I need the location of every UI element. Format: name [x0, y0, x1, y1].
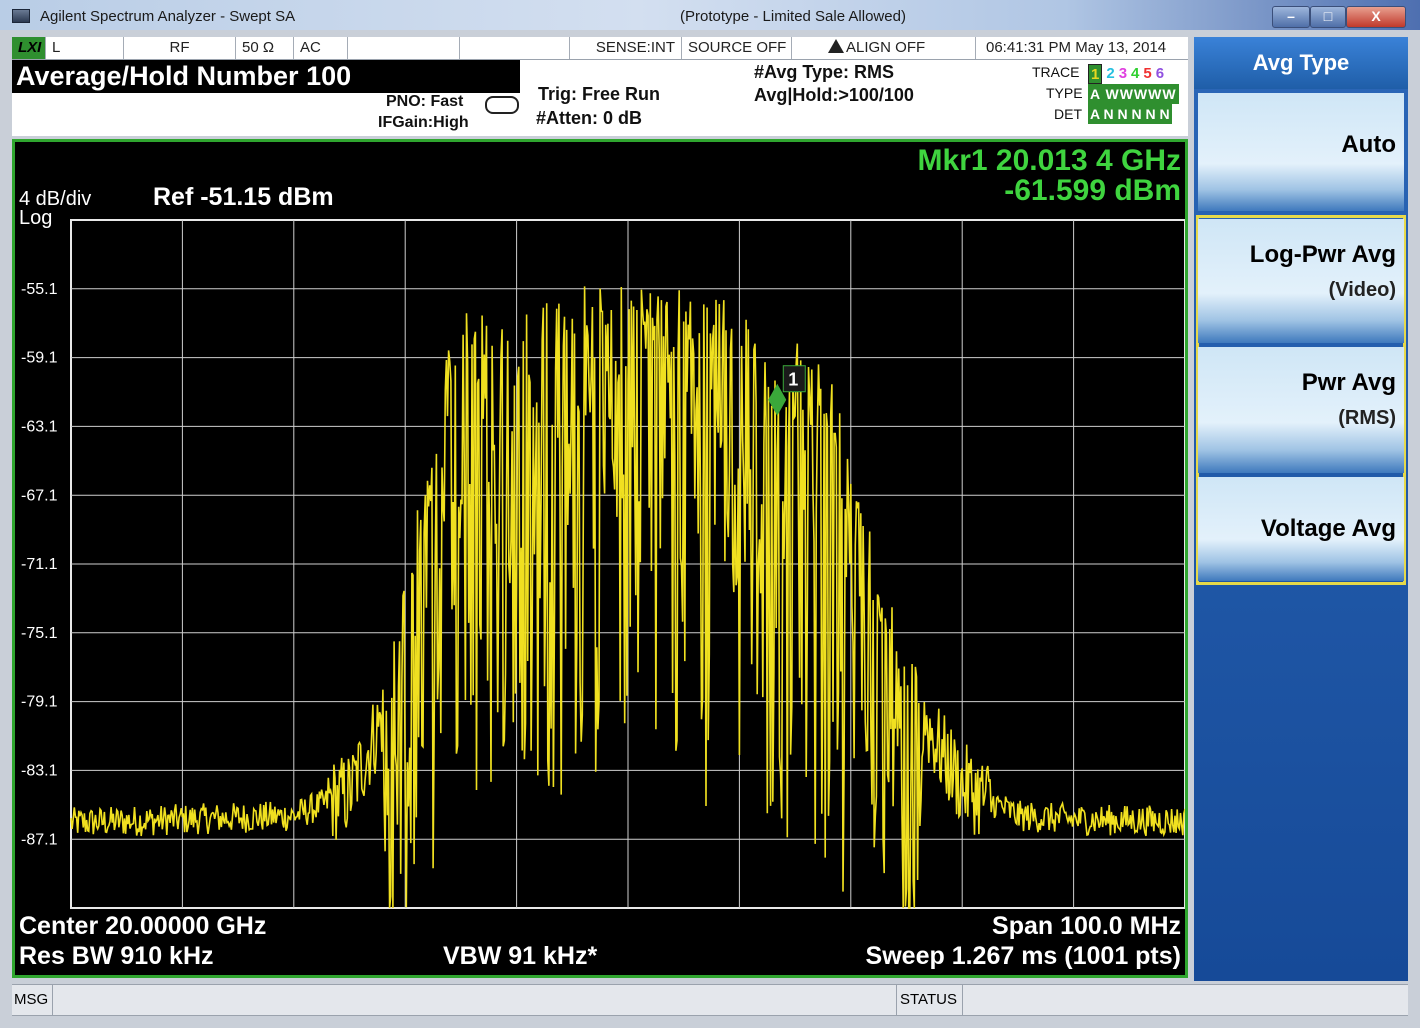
trace-number-2: 2 — [1106, 65, 1115, 82]
trace-number-1: 1 — [1088, 64, 1103, 84]
trace-number-5: 5 — [1143, 65, 1152, 82]
local-indicator: L — [46, 37, 124, 59]
coupling-indicator: AC — [294, 37, 348, 59]
sense-indicator: SENSE:INT — [570, 37, 682, 59]
softkey-log-pwr-avg[interactable]: Log-Pwr Avg (Video) — [1198, 219, 1404, 343]
type-label: TYPE — [1046, 85, 1083, 101]
trace-indicator-grid: 123456 A WWWWW A N N N N N — [1088, 64, 1179, 124]
window-title-note: (Prototype - Limited Sale Allowed) — [680, 8, 906, 25]
trace-label: TRACE — [1032, 64, 1080, 80]
app-icon — [12, 9, 30, 23]
maximize-button[interactable]: □ — [1310, 6, 1346, 28]
impedance-indicator: 50 Ω — [236, 37, 294, 59]
msg-divider — [52, 985, 53, 1015]
align-indicator: ALIGN OFF — [792, 37, 976, 59]
softkey-log-pwr-avg-sub: (Video) — [1328, 279, 1396, 301]
y-tick-label: -75.1 — [21, 625, 58, 642]
measurement-header: Average/Hold Number 100 PNO: Fast IFGain… — [12, 60, 1188, 136]
minimize-button[interactable]: – — [1272, 6, 1310, 28]
softkey-auto[interactable]: Auto — [1198, 93, 1404, 211]
trace-number-4: 4 — [1131, 65, 1140, 82]
y-tick-label: -79.1 — [21, 694, 58, 711]
y-tick-label: -67.1 — [21, 487, 58, 504]
softkey-menu-title: Avg Type — [1194, 37, 1408, 89]
trace-type-row: A WWWWW — [1088, 84, 1179, 104]
trace-det-row: A N N N N N — [1088, 104, 1179, 124]
continuous-sweep-icon — [485, 96, 519, 114]
softkey-voltage-avg[interactable]: Voltage Avg — [1198, 477, 1404, 581]
avg-type-setting: #Avg Type: RMS — [754, 62, 895, 82]
lxi-icon: LXI — [12, 37, 46, 59]
pno-setting: PNO: Fast — [386, 93, 464, 110]
page-title: Average/Hold Number 100 — [12, 60, 520, 93]
trace-type-values: A WWWWW — [1088, 84, 1179, 104]
trace-number-3: 3 — [1118, 65, 1128, 82]
status-label: STATUS — [900, 991, 957, 1008]
y-tick-label: -63.1 — [21, 419, 58, 436]
rf-input-indicator: RF — [124, 37, 236, 59]
sweep-time: Sweep 1.267 ms (1001 pts) — [865, 942, 1181, 970]
y-tick-label: -59.1 — [21, 350, 58, 367]
softkey-pwr-avg[interactable]: Pwr Avg (RMS) — [1198, 347, 1404, 473]
y-tick-labels: -55.1 -59.1 -63.1 -67.1 -71.1 -75.1 -79.1 -83.1… — [21, 281, 58, 848]
window-title-bar: Agilent Spectrum Analyzer - Swept SA (Pr… — [0, 0, 1420, 30]
trace-number-6: 6 — [1155, 65, 1165, 82]
y-tick-label: -83.1 — [21, 763, 58, 780]
video-bandwidth: VBW 91 kHz* — [443, 942, 598, 970]
y-tick-label: -87.1 — [21, 831, 58, 848]
source-indicator: SOURCE OFF — [682, 37, 792, 59]
msg-label: MSG — [14, 991, 49, 1008]
softkey-pwr-avg-label: Pwr Avg — [1301, 369, 1396, 396]
trace-numbers-row: 123456 — [1088, 64, 1179, 84]
close-button[interactable]: X — [1346, 6, 1406, 28]
avg-hold-setting: Avg|Hold:>100/100 — [754, 85, 914, 105]
date-time: 06:41:31 PM May 13, 2014 — [986, 39, 1167, 56]
softkey-log-pwr-avg-label: Log-Pwr Avg — [1249, 241, 1396, 268]
y-tick-label: -71.1 — [21, 556, 58, 573]
status-divider — [896, 985, 897, 1015]
det-label: DET — [1054, 106, 1082, 122]
marker-label: 1 — [788, 370, 798, 390]
trace-det-values: A N N N N N — [1088, 104, 1172, 124]
status-blank-2 — [460, 37, 570, 59]
center-frequency: Center 20.00000 GHz — [19, 912, 267, 940]
softkey-auto-label: Auto — [1341, 131, 1396, 158]
softkey-voltage-avg-label: Voltage Avg — [1260, 515, 1396, 542]
y-tick-label: -55.1 — [21, 281, 58, 298]
status-strip: LXI L RF 50 Ω AC SENSE:INT SOURCE OFF AL… — [12, 37, 1188, 60]
trigger-setting: Trig: Free Run — [538, 84, 661, 104]
message-bar: MSG STATUS — [12, 984, 1408, 1016]
window-title: Agilent Spectrum Analyzer - Swept SA — [40, 8, 296, 25]
softkey-panel: Avg Type Auto Log-Pwr Avg (Video) Pwr Av… — [1194, 37, 1408, 981]
spectrum-display[interactable]: Mkr1 20.013 4 GHz -61.599 dBm 4 dB/div L… — [12, 139, 1188, 978]
align-text: ALIGN OFF — [846, 39, 926, 56]
status-divider-2 — [962, 985, 963, 1015]
status-blank-1 — [348, 37, 460, 59]
ifgain-setting: IFGain:High — [378, 114, 469, 131]
span: Span 100.0 MHz — [992, 912, 1181, 940]
attenuation-setting: #Atten: 0 dB — [536, 108, 643, 128]
warning-icon — [828, 39, 844, 53]
spectrum-plot: -55.1 -59.1 -63.1 -67.1 -71.1 -75.1 -79.1 -83.1… — [21, 219, 1185, 909]
softkey-pwr-avg-sub: (RMS) — [1338, 407, 1396, 429]
resolution-bandwidth: Res BW 910 kHz — [19, 942, 214, 970]
